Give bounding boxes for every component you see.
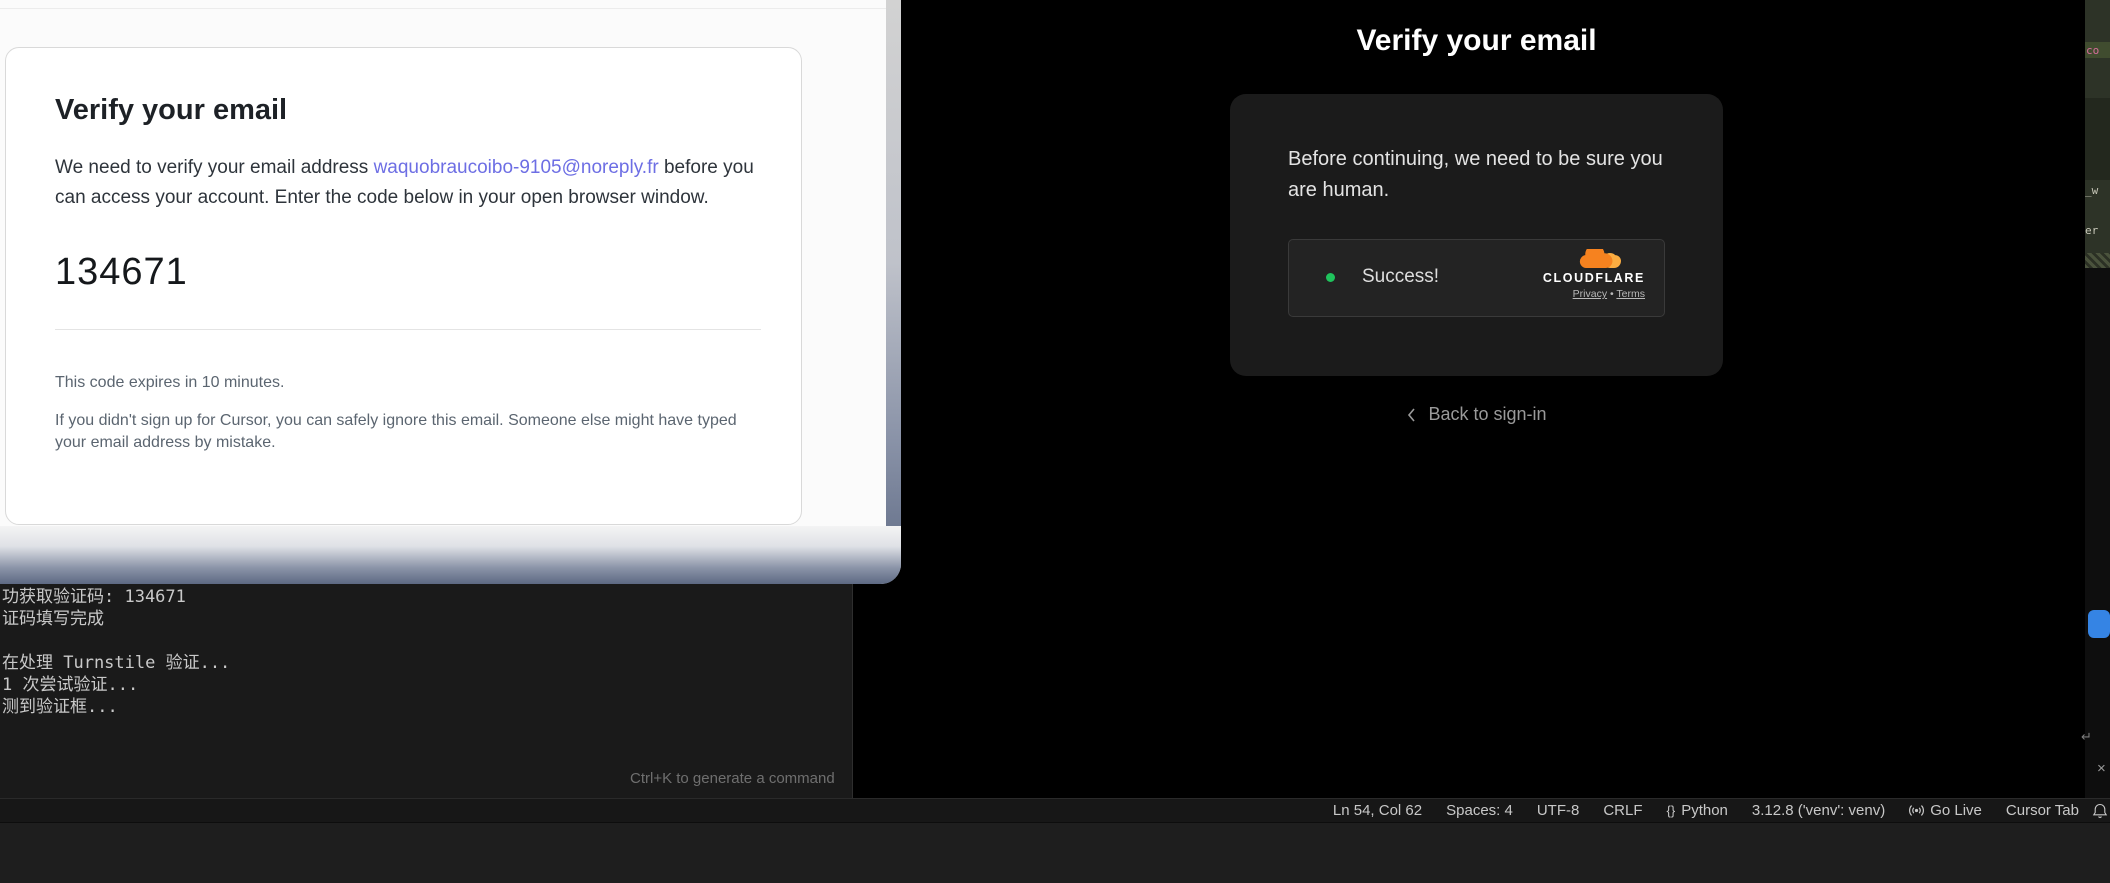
back-to-signin-link[interactable]: Back to sign-in [1230, 404, 1723, 425]
chevron-left-icon [1406, 407, 1416, 423]
turnstile-status: Success! [1362, 266, 1439, 288]
email-heading: Verify your email [55, 48, 759, 127]
editor-sliver-row [2085, 0, 2110, 42]
status-bar-items: Ln 54, Col 62 Spaces: 4 UTF-8 CRLF {} Pyt… [1333, 799, 2079, 822]
terms-link[interactable]: Terms [1616, 288, 1645, 300]
terminal-panel[interactable]: 功获取验证码: 134671 证码填写完成 在处理 Turnstile 验证..… [0, 584, 853, 798]
desktop-screen: Verify your email We need to verify your… [0, 0, 2110, 883]
privacy-link[interactable]: Privacy [1573, 288, 1607, 300]
code-fragment: _w [2085, 184, 2098, 197]
terminal-line: 在处理 Turnstile 验证... [2, 652, 230, 674]
editor-edge-sliver: co _w er ↵ × [2085, 0, 2110, 798]
return-key-icon: ↵ [2081, 729, 2092, 745]
cloudflare-branding: CLOUDFLARE Privacy • Terms [1543, 249, 1645, 300]
encoding-indicator[interactable]: UTF-8 [1537, 802, 1580, 819]
email-disclaimer: If you didn't sign up for Cursor, you ca… [55, 410, 761, 454]
cursor-position-indicator[interactable]: Ln 54, Col 62 [1333, 802, 1422, 819]
terminal-line: 证码填写完成 [2, 608, 104, 630]
email-viewer-window: Verify your email We need to verify your… [0, 0, 901, 584]
success-dot-icon [1326, 273, 1335, 282]
terminal-ctrlk-hint: Ctrl+K to generate a command [630, 770, 835, 787]
braces-icon: {} [1667, 803, 1676, 818]
language-mode-indicator[interactable]: {} Python [1667, 802, 1728, 819]
editor-sliver-row [2085, 268, 2110, 798]
go-live-button[interactable]: Go Live [1909, 802, 1982, 819]
terminal-line: 1 次尝试验证... [2, 674, 138, 696]
turnstile-legal-links: Privacy • Terms [1573, 288, 1645, 300]
email-body-text: We need to verify your email address waq… [55, 153, 761, 213]
window-bottom-frame [0, 526, 901, 584]
go-live-label: Go Live [1930, 802, 1982, 819]
terminal-line: 功获取验证码: 134671 [2, 586, 186, 608]
human-check-text: Before continuing, we need to be sure yo… [1288, 144, 1672, 206]
back-link-label: Back to sign-in [1428, 404, 1546, 425]
email-body-pre: We need to verify your email address [55, 157, 374, 178]
indentation-indicator[interactable]: Spaces: 4 [1446, 802, 1513, 819]
scrollbar-thumb[interactable] [2088, 610, 2110, 638]
cloudflare-wordmark: CLOUDFLARE [1543, 271, 1645, 285]
code-expiry-note: This code expires in 10 minutes. [55, 372, 761, 394]
window-top-divider [0, 8, 886, 9]
verification-code: 134671 [55, 249, 759, 295]
editor-sliver-row [2085, 98, 2110, 180]
verify-page-title: Verify your email [1230, 24, 1723, 58]
terminal-line: 测到验证框... [2, 696, 118, 718]
cloudflare-cloud-icon [1579, 249, 1621, 270]
email-address-link[interactable]: waquobraucoibo-9105@noreply.fr [374, 157, 659, 178]
language-label: Python [1681, 802, 1728, 819]
browser-verify-page: Verify your email Before continuing, we … [901, 0, 2085, 798]
code-fragment: co [2086, 44, 2099, 57]
close-icon[interactable]: × [2097, 760, 2106, 777]
window-right-frame [886, 0, 901, 584]
python-interpreter-indicator[interactable]: 3.12.8 ('venv': venv) [1752, 802, 1885, 819]
turnstile-widget: Success! CLOUDFLARE Privacy • Terms [1288, 239, 1665, 317]
broadcast-icon [1909, 804, 1924, 817]
taskbar: ⚙ 中 S [0, 822, 2110, 883]
editor-sliver-row [2085, 58, 2110, 98]
status-bar: Ln 54, Col 62 Spaces: 4 UTF-8 CRLF {} Pyt… [0, 798, 2110, 822]
notifications-bell-icon[interactable] [2092, 803, 2108, 819]
eol-indicator[interactable]: CRLF [1603, 802, 1642, 819]
human-check-card: Before continuing, we need to be sure yo… [1230, 94, 1723, 376]
email-card: Verify your email We need to verify your… [5, 47, 802, 525]
cursor-tab-indicator[interactable]: Cursor Tab [2006, 802, 2079, 819]
code-fragment: er [2085, 224, 2098, 237]
selection-hatch-row [2085, 253, 2110, 268]
email-divider [55, 329, 761, 330]
